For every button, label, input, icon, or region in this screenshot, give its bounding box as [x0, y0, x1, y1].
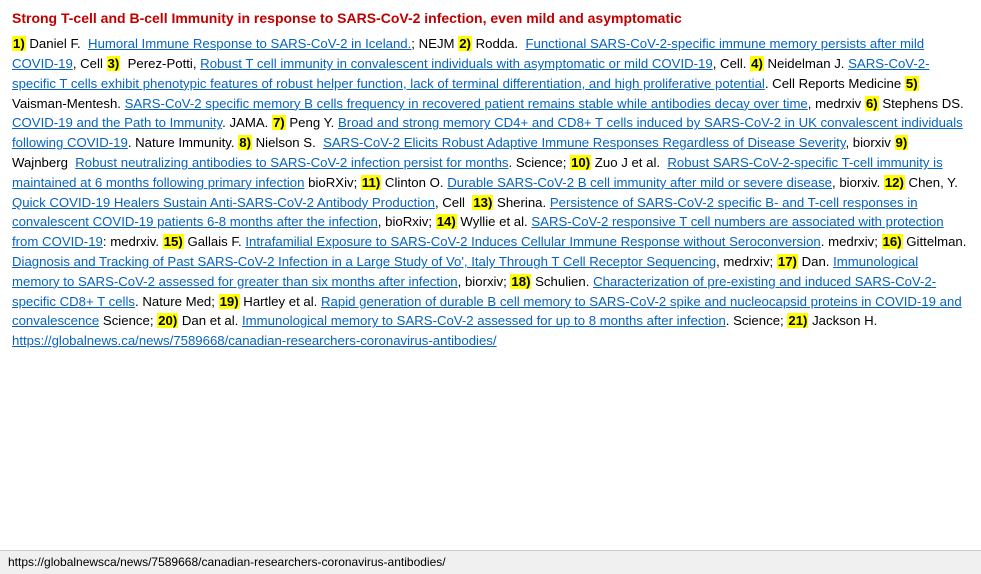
ref-num-1: 1)	[12, 36, 26, 51]
ref-num-7: 7)	[272, 115, 286, 130]
ref-num-5: 5)	[905, 76, 919, 91]
ref-num-13: 13)	[472, 195, 493, 210]
ref-link-1[interactable]: Humoral Immune Response to SARS-CoV-2 in…	[88, 36, 411, 51]
ref-num-11: 11)	[361, 175, 381, 190]
ref-link-8[interactable]: SARS-CoV-2 Elicits Robust Adaptive Immun…	[323, 135, 845, 150]
ref-num-2: 2)	[458, 36, 472, 51]
ref-num-12: 12)	[884, 175, 905, 190]
title: Strong T-cell and B-cell Immunity in res…	[12, 8, 969, 28]
ref-num-20: 20)	[157, 313, 178, 328]
ref-num-9: 9)	[895, 135, 909, 150]
ref-link-16[interactable]: Diagnosis and Tracking of Past SARS-CoV-…	[12, 254, 716, 269]
ref-num-10: 10)	[570, 155, 591, 170]
status-bar: https://globalnewsca/news/7589668/canadi…	[0, 550, 981, 574]
ref-link-12[interactable]: Quick COVID-19 Healers Sustain Anti-SARS…	[12, 195, 435, 210]
ref-num-18: 18)	[510, 274, 531, 289]
content-area: 1) Daniel F. Humoral Immune Response to …	[12, 34, 969, 351]
ref-num-4: 4)	[750, 56, 764, 71]
ref-link-6[interactable]: COVID-19 and the Path to Immunity	[12, 115, 222, 130]
ref-link-3[interactable]: Robust T cell immunity in convalescent i…	[200, 56, 713, 71]
ref-num-3: 3)	[107, 56, 121, 71]
ref-num-14: 14)	[436, 214, 457, 229]
ref-link-5[interactable]: SARS-CoV-2 specific memory B cells frequ…	[125, 96, 808, 111]
ref-link-9[interactable]: Robust neutralizing antibodies to SARS-C…	[75, 155, 508, 170]
ref-link-15[interactable]: Intrafamilial Exposure to SARS-CoV-2 Ind…	[245, 234, 820, 249]
ref-link-11[interactable]: Durable SARS-CoV-2 B cell immunity after…	[447, 175, 832, 190]
ref-num-19: 19)	[219, 294, 240, 309]
ref-num-6: 6)	[865, 96, 879, 111]
ref-link-20[interactable]: Immunological memory to SARS-CoV-2 asses…	[242, 313, 726, 328]
ref-num-15: 15)	[163, 234, 184, 249]
ref-num-21: 21)	[787, 313, 808, 328]
status-url: https://globalnewsca/news/7589668/canadi…	[8, 555, 446, 569]
ref-num-8: 8)	[238, 135, 252, 150]
ref-num-17: 17)	[777, 254, 798, 269]
ref-link-21[interactable]: https://globalnews.ca/news/7589668/canad…	[12, 333, 497, 348]
ref-num-16: 16)	[882, 234, 903, 249]
